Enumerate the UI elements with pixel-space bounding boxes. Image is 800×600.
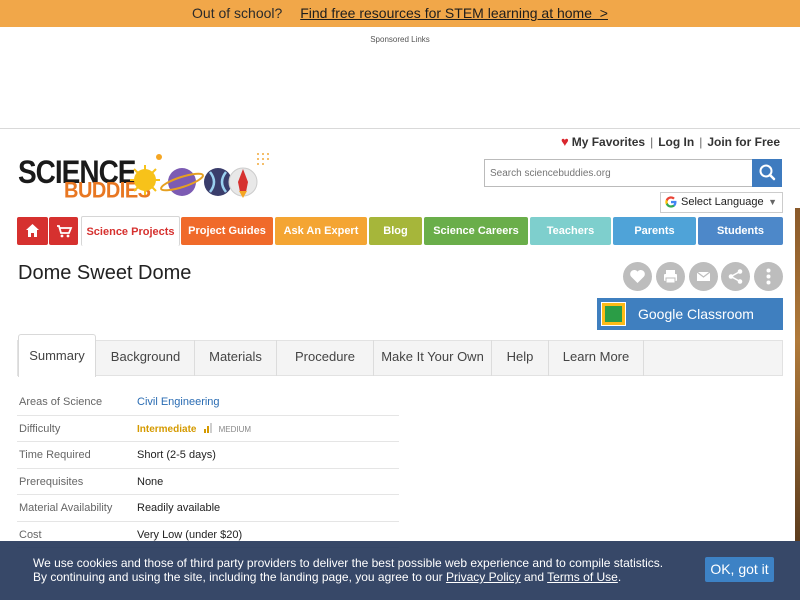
- summary-table: Areas of Science Civil Engineering Diffi…: [17, 389, 399, 548]
- chevron-down-icon: ▼: [768, 197, 777, 207]
- search-box: [484, 159, 782, 187]
- page-title: Dome Sweet Dome: [18, 262, 192, 284]
- join-link[interactable]: Join for Free: [707, 135, 780, 149]
- login-link[interactable]: Log In: [658, 135, 694, 149]
- nav-students[interactable]: Students: [698, 217, 783, 245]
- material-value: Readily available: [137, 502, 221, 514]
- table-row: Prerequisites None: [17, 469, 399, 495]
- tab-make-it-your-own[interactable]: Make It Your Own: [374, 340, 492, 376]
- nav-ask-an-expert[interactable]: Ask An Expert: [275, 217, 367, 245]
- cookie-accept-button[interactable]: OK, got it: [705, 557, 774, 582]
- main-nav: Science Projects Project Guides Ask An E…: [17, 216, 783, 246]
- table-row: Difficulty Intermediate MEDIUM: [17, 416, 399, 442]
- nav-science-projects[interactable]: Science Projects: [81, 216, 180, 246]
- prereq-label: Prerequisites: [19, 475, 84, 488]
- content-tabs: Summary Background Materials Procedure M…: [17, 334, 783, 377]
- cookie-line-1: We use cookies and those of third party …: [33, 556, 664, 570]
- logo-graphic: [130, 153, 269, 198]
- language-select[interactable]: Select Language ▼: [660, 192, 783, 213]
- cost-label: Cost: [19, 528, 42, 541]
- more-button[interactable]: [754, 262, 783, 291]
- search-input[interactable]: [484, 159, 752, 187]
- tab-background[interactable]: Background: [97, 340, 195, 376]
- nav-project-guides[interactable]: Project Guides: [181, 217, 273, 245]
- nav-home[interactable]: [17, 217, 48, 245]
- terms-of-use-link[interactable]: Terms of Use: [547, 570, 618, 584]
- home-icon: [26, 224, 39, 237]
- areas-label: Areas of Science: [19, 396, 103, 408]
- share-button[interactable]: [721, 262, 750, 291]
- tab-summary[interactable]: Summary: [18, 334, 96, 377]
- my-favorites-link[interactable]: My Favorites: [572, 135, 645, 149]
- table-row: Time Required Short (2-5 days): [17, 442, 399, 469]
- difficulty-sublabel: MEDIUM: [218, 424, 252, 434]
- side-image-edge: [795, 208, 800, 541]
- google-classroom-label: Google Classroom: [638, 306, 754, 322]
- nav-blog[interactable]: Blog: [369, 217, 422, 245]
- google-classroom-button[interactable]: Google Classroom: [597, 298, 783, 330]
- heart-icon: ♥: [560, 134, 569, 149]
- promo-link[interactable]: Find free resources for STEM learning at…: [300, 5, 608, 21]
- cookie-banner: We use cookies and those of third party …: [0, 541, 800, 600]
- nav-cart[interactable]: [49, 217, 78, 245]
- time-value: Short (2-5 days): [137, 449, 216, 461]
- cart-icon: [57, 225, 73, 238]
- difficulty-label: Difficulty: [19, 422, 61, 435]
- language-label: Select Language: [681, 196, 764, 208]
- difficulty-bars-icon: [203, 422, 212, 433]
- nav-teachers[interactable]: Teachers: [530, 217, 611, 245]
- privacy-policy-link[interactable]: Privacy Policy: [446, 570, 521, 584]
- heart-icon: [630, 269, 645, 283]
- sponsored-label: Sponsored Links: [370, 35, 430, 44]
- table-row: Areas of Science Civil Engineering: [17, 389, 399, 416]
- difficulty-value: Intermediate MEDIUM: [137, 422, 252, 435]
- share-icon: [728, 269, 743, 284]
- site-logo[interactable]: SCIENCE BUDDIES: [18, 152, 278, 207]
- ad-divider: [0, 128, 800, 129]
- google-classroom-icon: [601, 302, 626, 326]
- google-g-icon: [665, 196, 677, 208]
- account-links: ♥ My Favorites | Log In | Join for Free: [560, 134, 780, 149]
- search-button[interactable]: [752, 159, 782, 187]
- areas-value-link[interactable]: Civil Engineering: [137, 396, 220, 408]
- print-button[interactable]: [656, 262, 685, 291]
- promo-bar: Out of school? Find free resources for S…: [0, 0, 800, 27]
- time-label: Time Required: [19, 449, 91, 461]
- cookie-line-2: By continuing and using the site, includ…: [33, 570, 622, 584]
- more-icon: [766, 268, 771, 285]
- favorite-button[interactable]: [623, 262, 652, 291]
- email-icon: [696, 271, 711, 281]
- table-row: Material Availability Readily available: [17, 495, 399, 522]
- search-icon: [759, 164, 776, 181]
- tab-materials[interactable]: Materials: [195, 340, 277, 376]
- nav-parents[interactable]: Parents: [613, 217, 696, 245]
- print-icon: [664, 270, 677, 284]
- tab-learn-more[interactable]: Learn More: [549, 340, 644, 376]
- prereq-value: None: [137, 475, 164, 488]
- cost-value: Very Low (under $20): [137, 528, 243, 541]
- nav-science-careers[interactable]: Science Careers: [424, 217, 528, 245]
- tab-procedure[interactable]: Procedure: [277, 340, 374, 376]
- cookie-text: We use cookies and those of third party …: [33, 556, 663, 584]
- email-button[interactable]: [689, 262, 718, 291]
- tab-help[interactable]: Help: [492, 340, 549, 376]
- material-label: Material Availability: [19, 502, 113, 514]
- promo-lead: Out of school?: [192, 5, 283, 21]
- difficulty-level: Intermediate: [137, 423, 197, 435]
